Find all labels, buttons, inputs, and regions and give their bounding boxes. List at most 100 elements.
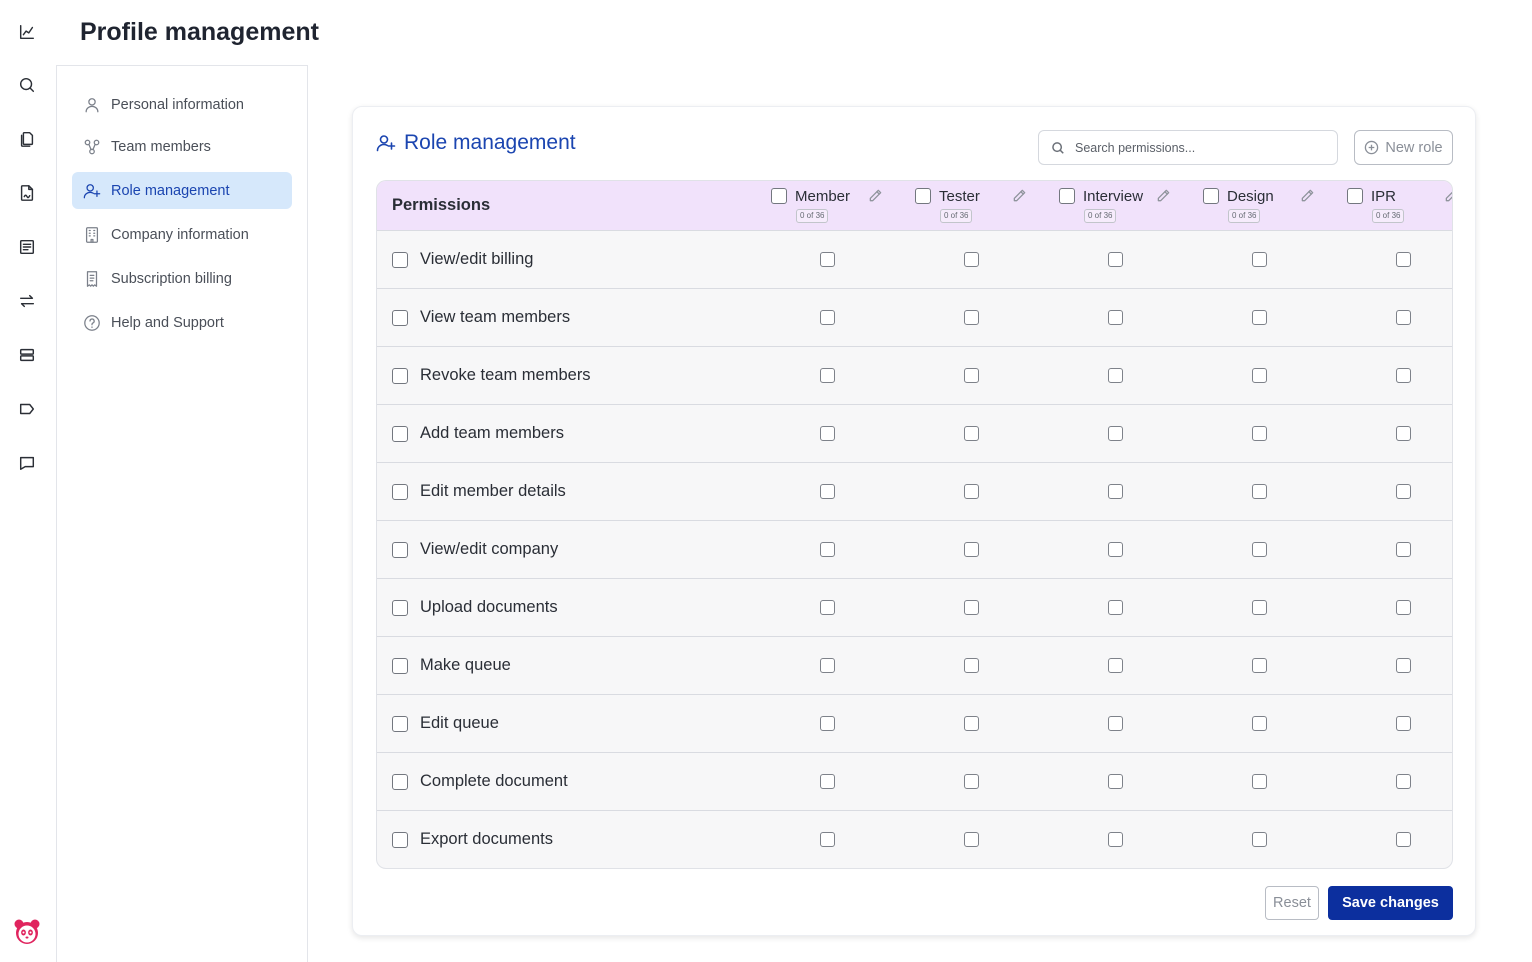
- role-permission-checkbox[interactable]: [1252, 368, 1267, 383]
- permission-checkbox[interactable]: [392, 658, 408, 674]
- pencil-icon[interactable]: [1444, 188, 1452, 204]
- role-permission-checkbox[interactable]: [820, 600, 835, 615]
- role-select-all-checkbox[interactable]: [1059, 188, 1075, 204]
- role-permission-checkbox[interactable]: [1396, 716, 1411, 731]
- search-permissions[interactable]: [1038, 130, 1338, 165]
- role-permission-checkbox[interactable]: [964, 658, 979, 673]
- role-permission-checkbox[interactable]: [964, 774, 979, 789]
- subnav-item-team-members[interactable]: Team members: [72, 128, 292, 165]
- role-permission-checkbox[interactable]: [1396, 774, 1411, 789]
- permission-checkbox[interactable]: [392, 600, 408, 616]
- role-permission-checkbox[interactable]: [820, 484, 835, 499]
- role-permission-checkbox[interactable]: [820, 832, 835, 847]
- role-permission-checkbox[interactable]: [964, 832, 979, 847]
- role-permission-checkbox[interactable]: [964, 252, 979, 267]
- role-permission-checkbox[interactable]: [1108, 600, 1123, 615]
- permission-checkbox[interactable]: [392, 252, 408, 268]
- permission-checkbox[interactable]: [392, 484, 408, 500]
- role-permission-checkbox[interactable]: [1396, 484, 1411, 499]
- role-permission-checkbox[interactable]: [820, 542, 835, 557]
- message-icon[interactable]: [17, 453, 37, 473]
- permission-checkbox[interactable]: [392, 716, 408, 732]
- role-permission-checkbox[interactable]: [820, 310, 835, 325]
- receipt-icon: [86, 270, 98, 287]
- role-permission-checkbox[interactable]: [964, 310, 979, 325]
- role-permission-checkbox[interactable]: [1252, 426, 1267, 441]
- subnav-item-subscription-billing[interactable]: Subscription billing: [72, 260, 292, 297]
- search-icon[interactable]: [17, 75, 37, 95]
- role-permission-checkbox[interactable]: [1396, 600, 1411, 615]
- role-permission-checkbox[interactable]: [1252, 484, 1267, 499]
- role-permission-checkbox[interactable]: [820, 658, 835, 673]
- panda-logo[interactable]: [13, 918, 41, 946]
- role-permission-checkbox[interactable]: [820, 426, 835, 441]
- role-select-all-checkbox[interactable]: [1203, 188, 1219, 204]
- pencil-icon[interactable]: [868, 188, 884, 204]
- transfer-icon[interactable]: [17, 291, 37, 311]
- role-permission-checkbox[interactable]: [1252, 252, 1267, 267]
- save-changes-button[interactable]: Save changes: [1328, 886, 1453, 920]
- pencil-icon[interactable]: [1012, 188, 1028, 204]
- new-role-button[interactable]: New role: [1354, 130, 1453, 165]
- role-permission-checkbox[interactable]: [1396, 542, 1411, 557]
- role-permission-checkbox[interactable]: [820, 252, 835, 267]
- subnav-item-personal-information[interactable]: Personal information: [72, 86, 292, 123]
- role-permission-checkbox[interactable]: [1396, 658, 1411, 673]
- role-permission-checkbox[interactable]: [964, 426, 979, 441]
- role-permission-checkbox[interactable]: [1108, 368, 1123, 383]
- server-icon[interactable]: [17, 345, 37, 365]
- role-select-all-checkbox[interactable]: [1347, 188, 1363, 204]
- role-permission-checkbox[interactable]: [1252, 600, 1267, 615]
- permission-label: View/edit company: [420, 540, 559, 558]
- documents-icon[interactable]: [17, 129, 37, 149]
- search-input[interactable]: [1075, 140, 1315, 155]
- role-permission-checkbox[interactable]: [1396, 368, 1411, 383]
- permission-checkbox[interactable]: [392, 368, 408, 384]
- permission-checkbox[interactable]: [392, 310, 408, 326]
- role-permission-checkbox[interactable]: [1252, 310, 1267, 325]
- role-permission-checkbox[interactable]: [1108, 774, 1123, 789]
- file-signature-icon[interactable]: [17, 183, 37, 203]
- role-permission-checkbox[interactable]: [1108, 832, 1123, 847]
- role-permission-checkbox[interactable]: [964, 484, 979, 499]
- role-permission-checkbox[interactable]: [1252, 774, 1267, 789]
- permission-checkbox[interactable]: [392, 832, 408, 848]
- role-permission-checkbox[interactable]: [1108, 484, 1123, 499]
- permission-label: Complete document: [420, 772, 568, 790]
- role-permission-checkbox[interactable]: [964, 716, 979, 731]
- role-permission-checkbox[interactable]: [1108, 658, 1123, 673]
- role-permission-checkbox[interactable]: [1108, 252, 1123, 267]
- permission-checkbox[interactable]: [392, 426, 408, 442]
- chart-line-icon[interactable]: [17, 22, 37, 42]
- role-permission-checkbox[interactable]: [1108, 716, 1123, 731]
- role-permission-checkbox[interactable]: [1252, 832, 1267, 847]
- pencil-icon[interactable]: [1156, 188, 1172, 204]
- role-permission-checkbox[interactable]: [1252, 716, 1267, 731]
- role-permission-checkbox[interactable]: [1108, 542, 1123, 557]
- role-permission-checkbox[interactable]: [1396, 310, 1411, 325]
- subnav-item-company-information[interactable]: Company information: [72, 216, 292, 253]
- subnav-item-role-management[interactable]: Role management: [72, 172, 292, 209]
- role-permission-checkbox[interactable]: [820, 774, 835, 789]
- role-permission-checkbox[interactable]: [1108, 310, 1123, 325]
- role-permission-checkbox[interactable]: [820, 716, 835, 731]
- role-select-all-checkbox[interactable]: [915, 188, 931, 204]
- reset-button[interactable]: Reset: [1265, 886, 1319, 920]
- role-select-all-checkbox[interactable]: [771, 188, 787, 204]
- role-permission-checkbox[interactable]: [1396, 426, 1411, 441]
- tag-icon[interactable]: [17, 399, 37, 419]
- role-permission-checkbox[interactable]: [1252, 542, 1267, 557]
- role-permission-checkbox[interactable]: [1252, 658, 1267, 673]
- role-permission-checkbox[interactable]: [964, 542, 979, 557]
- subnav-item-help-and-support[interactable]: Help and Support: [72, 304, 292, 341]
- role-permission-checkbox[interactable]: [820, 368, 835, 383]
- permission-checkbox[interactable]: [392, 774, 408, 790]
- role-permission-checkbox[interactable]: [1396, 252, 1411, 267]
- role-permission-checkbox[interactable]: [1108, 426, 1123, 441]
- permission-checkbox[interactable]: [392, 542, 408, 558]
- role-permission-checkbox[interactable]: [964, 368, 979, 383]
- role-permission-checkbox[interactable]: [1396, 832, 1411, 847]
- list-icon[interactable]: [17, 237, 37, 257]
- pencil-icon[interactable]: [1300, 188, 1316, 204]
- role-permission-checkbox[interactable]: [964, 600, 979, 615]
